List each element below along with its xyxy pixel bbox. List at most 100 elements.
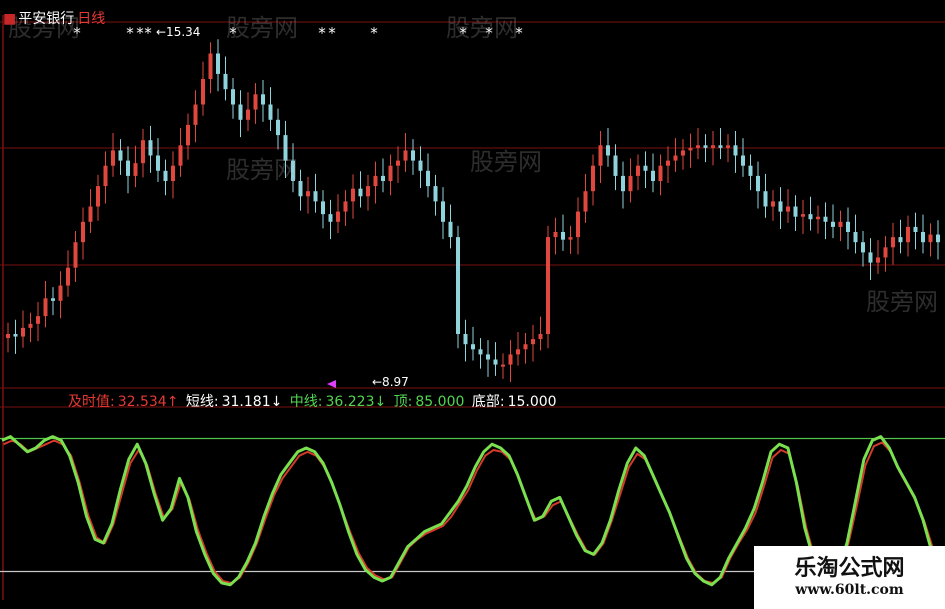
site-logo: 乐淘公式网 www.60lt.com xyxy=(754,546,945,609)
candle-body xyxy=(808,214,813,220)
signal-marker: * xyxy=(370,24,378,42)
candle-body xyxy=(193,104,198,125)
candle-body xyxy=(66,267,70,286)
candle-body xyxy=(846,221,850,232)
short-value: 31.181↓ xyxy=(221,394,283,410)
candle-body xyxy=(643,165,648,171)
candle-body xyxy=(388,165,393,181)
signal-marker: * xyxy=(318,24,326,42)
signal-marker: * xyxy=(136,24,144,42)
chart-header: ■ 平安银行 日线 xyxy=(3,8,105,28)
candle-body xyxy=(763,191,768,207)
period-label: 日线 xyxy=(77,11,106,27)
candle-body xyxy=(246,109,250,120)
candle-body xyxy=(58,285,63,301)
main-value: 32.534↑ xyxy=(117,394,179,410)
candle-body xyxy=(786,206,790,212)
candle-body xyxy=(336,211,340,222)
candle-body xyxy=(583,191,588,212)
candle-body xyxy=(771,201,775,207)
candle-body xyxy=(208,53,213,79)
candle-body xyxy=(358,188,363,197)
candle-body xyxy=(268,104,273,120)
candle-body xyxy=(6,334,10,339)
signal-marker: * xyxy=(328,24,336,42)
signal-marker: * xyxy=(126,24,134,42)
candle-body xyxy=(261,94,265,105)
candle-body xyxy=(546,237,550,334)
candle-body xyxy=(96,186,100,207)
candle-body xyxy=(28,323,33,328)
candle-body xyxy=(553,232,558,238)
candle-body xyxy=(838,221,843,227)
candle-body xyxy=(628,175,633,192)
candle-body xyxy=(253,94,258,110)
candle-body xyxy=(396,160,400,166)
candle-body xyxy=(621,175,625,192)
candle-body xyxy=(718,145,723,148)
candle-body xyxy=(448,221,453,238)
watermark: 股旁网 xyxy=(226,14,298,42)
candle-body xyxy=(51,298,55,301)
candle-body xyxy=(703,145,708,148)
candle-body xyxy=(741,155,745,166)
candle-body xyxy=(171,165,175,181)
watermark: 股旁网 xyxy=(470,148,542,176)
chart-screenshot: * * * * * * * * * * * 股旁网 股旁网 股旁网 股旁网 股旁网 股旁网 ■ 平安银… xyxy=(0,0,945,609)
candle-body xyxy=(493,359,498,365)
candle-body xyxy=(111,150,115,166)
symbol-name: 平安银行 xyxy=(18,11,75,27)
logo-title: 乐淘公式网 xyxy=(794,556,905,581)
candle-body xyxy=(673,155,678,161)
candle-body xyxy=(823,216,828,222)
candle-body xyxy=(891,237,895,248)
candle-body xyxy=(73,242,78,268)
candle-body xyxy=(118,150,123,161)
candle-body xyxy=(816,216,820,220)
candle-body xyxy=(861,242,865,253)
candle-body xyxy=(373,175,378,187)
mid-value: 36.223↓ xyxy=(325,394,387,410)
candle-body xyxy=(748,165,753,176)
candle-body xyxy=(868,252,873,263)
candle-body xyxy=(381,175,385,181)
candle-body xyxy=(156,155,160,171)
candle-body xyxy=(853,232,858,243)
candle-body xyxy=(13,334,18,337)
candle-body xyxy=(36,316,40,324)
candle-body xyxy=(591,165,595,192)
candle-body xyxy=(681,150,685,156)
candle-body xyxy=(831,221,835,227)
candle-body xyxy=(516,349,520,355)
candle-body xyxy=(793,206,798,217)
bottom-value: 15.000 xyxy=(507,394,557,410)
candle-body xyxy=(508,354,513,365)
candle-body xyxy=(313,191,318,202)
candle-body xyxy=(778,201,783,212)
candle-body xyxy=(523,344,528,350)
candle-body xyxy=(403,150,408,161)
candle-body xyxy=(913,226,918,232)
candle-body xyxy=(711,145,715,148)
candle-body xyxy=(328,214,333,222)
candle-body xyxy=(726,145,730,148)
candle-body xyxy=(658,165,663,181)
candle-body xyxy=(21,327,25,337)
top-label: 顶: xyxy=(393,394,413,410)
candle-body xyxy=(81,221,85,243)
mid-label: 中线: xyxy=(289,394,323,410)
candle-body xyxy=(801,214,805,217)
candle-body xyxy=(163,170,168,181)
candle-body xyxy=(366,186,370,197)
candle-body xyxy=(531,339,535,345)
candle-body xyxy=(186,124,190,146)
square-icon: ■ xyxy=(3,11,17,27)
candle-body xyxy=(756,175,760,192)
chart-canvas: * * * * * * * * * * * xyxy=(0,15,945,600)
candle-body xyxy=(433,186,438,202)
candle-body xyxy=(688,147,693,151)
candle-body xyxy=(666,160,670,166)
candle-body xyxy=(636,165,640,176)
candle-body xyxy=(898,237,903,243)
candle-body xyxy=(441,201,445,222)
